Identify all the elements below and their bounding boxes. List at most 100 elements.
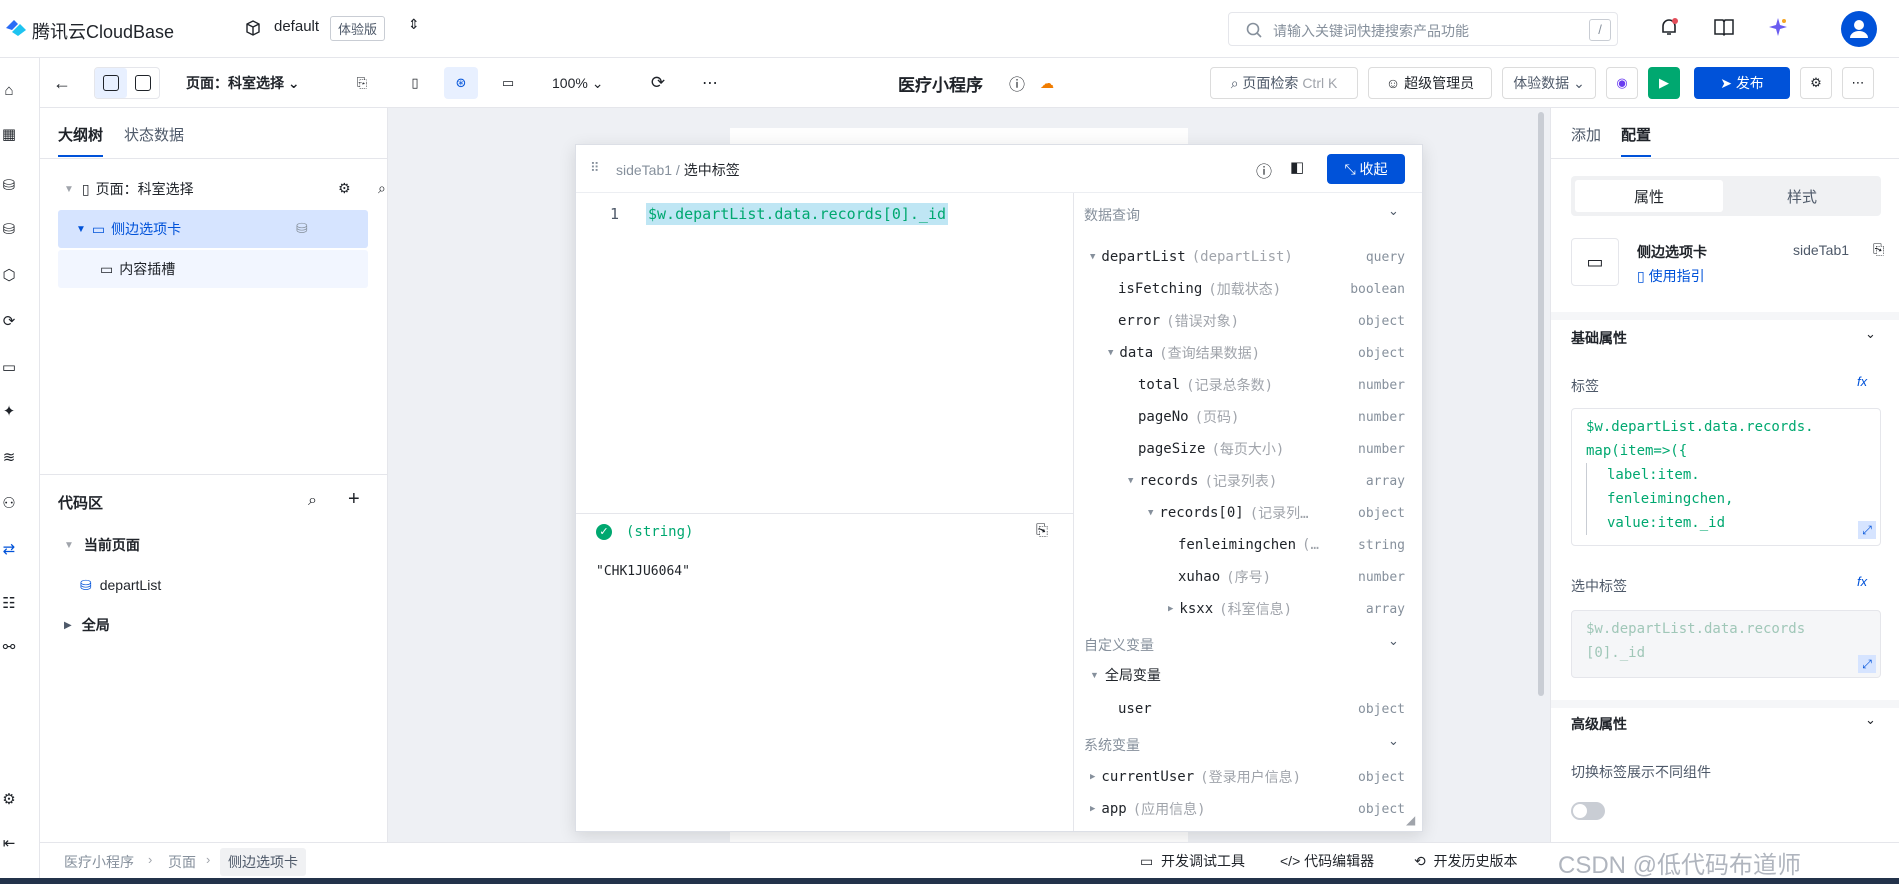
role-button[interactable]: ☺ 超级管理员: [1368, 67, 1492, 99]
layers-icon[interactable]: ≋: [0, 448, 18, 466]
section-custom-chevron-icon[interactable]: ⌄: [1388, 633, 1399, 649]
settings-gear-icon[interactable]: ⚙: [1800, 67, 1832, 99]
segment-props[interactable]: 属性: [1575, 180, 1723, 212]
var-isfetching[interactable]: isFetching (加载状态) boolean: [1074, 273, 1422, 305]
user-icon[interactable]: ⚇: [0, 494, 18, 512]
page-select[interactable]: 页面：科室选择 ⌄: [186, 67, 300, 99]
help-icon[interactable]: ⓘ: [1256, 158, 1272, 182]
shield-icon[interactable]: ⬡: [0, 266, 18, 284]
var-currentuser[interactable]: ▶ currentUser (登录用户信息) object: [1074, 761, 1422, 793]
code-group-global[interactable]: ▶ 全局: [58, 606, 368, 644]
label-expand-icon[interactable]: ⤢: [1858, 521, 1876, 539]
list-icon[interactable]: ☷: [0, 594, 18, 612]
add-page-icon[interactable]: ⎘: [350, 67, 374, 99]
code-editor-button[interactable]: </> 代码编辑器: [1280, 851, 1374, 871]
code-add-icon[interactable]: +: [348, 488, 360, 511]
var-xuhao[interactable]: xuhao (序号) number: [1074, 561, 1422, 593]
bell-icon[interactable]: [1658, 16, 1680, 38]
dock-panel-icon[interactable]: ◧: [1290, 158, 1304, 176]
breadcrumb-page[interactable]: 页面: [168, 852, 196, 872]
copy-result-icon[interactable]: ⎘: [1036, 522, 1048, 539]
sparkle-icon[interactable]: ✦: [0, 402, 18, 420]
canvas-scrollbar[interactable]: [1538, 112, 1544, 696]
code-group-current-page[interactable]: ▼ 当前页面: [58, 526, 368, 564]
mobile-icon[interactable]: ▯: [403, 67, 427, 99]
database-settings-icon[interactable]: ⛁: [0, 220, 18, 238]
label-code-editor[interactable]: $w.departList.data.records. map(item=>({…: [1571, 408, 1881, 546]
resize-handle-icon[interactable]: ◢: [1406, 813, 1415, 827]
run-play-icon[interactable]: ▶: [1648, 67, 1680, 99]
code-search-icon[interactable]: ⌕: [308, 492, 317, 510]
collapse-icon[interactable]: ⇤: [0, 834, 18, 852]
home-icon[interactable]: ⌂: [0, 82, 18, 100]
settings-icon[interactable]: ⚙: [0, 790, 18, 808]
refresh-icon[interactable]: ⟳: [646, 67, 670, 99]
tab-add[interactable]: 添加: [1571, 124, 1601, 145]
outline-view-icon[interactable]: [95, 68, 127, 98]
var-app[interactable]: ▶ app (应用信息) object: [1074, 793, 1422, 825]
var-records[interactable]: ▼ records (记录列表) array: [1074, 465, 1422, 497]
tab-config[interactable]: 配置: [1621, 124, 1652, 157]
tree-sidetab-node[interactable]: ▼ ▭ 侧边选项卡 ⛁: [58, 210, 368, 248]
apps-icon[interactable]: ▦: [0, 125, 18, 143]
var-fenleimingchen[interactable]: fenleimingchen (… string: [1074, 529, 1422, 561]
expression-text[interactable]: $w.departList.data.records[0]._id: [646, 203, 949, 225]
link-icon[interactable]: ⚯: [0, 638, 18, 656]
data-mode-select[interactable]: 体验数据 ⌄: [1502, 67, 1596, 99]
var-pageno[interactable]: pageNo (页码) number: [1074, 401, 1422, 433]
preview-eye-icon[interactable]: ◉: [1606, 67, 1638, 99]
var-user[interactable]: user object: [1074, 693, 1422, 725]
ai-sparkle-icon[interactable]: [1767, 16, 1789, 38]
label-fx-icon[interactable]: fx: [1857, 374, 1867, 389]
env-name[interactable]: default: [274, 18, 319, 35]
tree-slot-node[interactable]: ▭ 内容插槽: [58, 250, 368, 288]
miniprogram-icon[interactable]: ⊛: [444, 67, 478, 99]
basic-chevron-icon[interactable]: ⌄: [1865, 326, 1876, 342]
var-departlist[interactable]: ▼ departList (departList) query: [1074, 241, 1422, 273]
folder-cloud-icon[interactable]: ▭: [0, 358, 18, 376]
switch-toggle[interactable]: [1571, 802, 1605, 820]
env-switch-icon[interactable]: ⇕: [408, 16, 420, 33]
var-error[interactable]: error (错误对象) object: [1074, 305, 1422, 337]
page-settings-icon[interactable]: ⚙: [338, 180, 351, 197]
more-icon[interactable]: ⋯: [698, 67, 722, 99]
selected-code-editor[interactable]: $w.departList.data.records [0]._id ⤢: [1571, 610, 1881, 678]
global-search[interactable]: 请输入关键词快捷搜索产品功能 /: [1228, 12, 1618, 46]
var-records-0[interactable]: ▼ records[0] (记录列… object: [1074, 497, 1422, 529]
var-total[interactable]: total (记录总条数) number: [1074, 369, 1422, 401]
desktop-icon[interactable]: ▭: [494, 67, 522, 99]
breadcrumb-app[interactable]: 医疗小程序: [64, 852, 134, 872]
var-global-group[interactable]: ▼ 全局变量: [1074, 659, 1422, 691]
advanced-chevron-icon[interactable]: ⌄: [1865, 712, 1876, 728]
more-menu-icon[interactable]: ⋯: [1842, 67, 1874, 99]
usage-guide-link[interactable]: ▯ 使用指引: [1637, 266, 1705, 286]
segment-style[interactable]: 样式: [1727, 180, 1877, 212]
var-data[interactable]: ▼ data (查询结果数据) object: [1074, 337, 1422, 369]
book-icon[interactable]: [1713, 17, 1735, 37]
back-arrow-icon[interactable]: ←: [50, 67, 74, 99]
layout-view-icon[interactable]: [127, 68, 159, 98]
avatar[interactable]: [1841, 11, 1877, 47]
var-ksxx[interactable]: ▶ ksxx (科室信息) array: [1074, 593, 1422, 625]
page-search-button[interactable]: ⌕ 页面检索 Ctrl K: [1210, 67, 1358, 99]
refresh-cloud-icon[interactable]: ⟳: [0, 312, 18, 330]
section-query-chevron-icon[interactable]: ⌄: [1388, 203, 1399, 219]
tab-state-data[interactable]: 状态数据: [124, 124, 184, 145]
tab-outline[interactable]: 大纲树: [58, 124, 104, 157]
section-system-chevron-icon[interactable]: ⌄: [1388, 733, 1399, 749]
selected-fx-icon[interactable]: fx: [1857, 574, 1867, 589]
drag-handle-icon[interactable]: ⠿: [590, 160, 600, 176]
breadcrumb-component[interactable]: 侧边选项卡: [220, 848, 306, 876]
publish-button[interactable]: ➤ 发布: [1694, 67, 1790, 99]
tree-search-icon[interactable]: ⌕: [378, 180, 386, 197]
selected-expand-icon[interactable]: ⤢: [1858, 655, 1876, 673]
collapse-button[interactable]: ⤡ 收起: [1327, 154, 1405, 184]
database-icon[interactable]: ⛁: [0, 176, 18, 194]
copy-id-icon[interactable]: ⎘: [1873, 241, 1884, 258]
tree-page-node[interactable]: ▼ ▯ 页面：科室选择 ⚙ ⌕: [58, 170, 386, 208]
zoom-select[interactable]: 100% ⌄: [552, 67, 603, 99]
debug-tools-button[interactable]: ▭ 开发调试工具: [1140, 851, 1245, 871]
code-editor[interactable]: 1 $w.departList.data.records[0]._id: [576, 193, 1073, 513]
info-icon[interactable]: ⓘ: [1006, 67, 1028, 99]
code-flow-icon[interactable]: ⇄: [0, 540, 18, 558]
